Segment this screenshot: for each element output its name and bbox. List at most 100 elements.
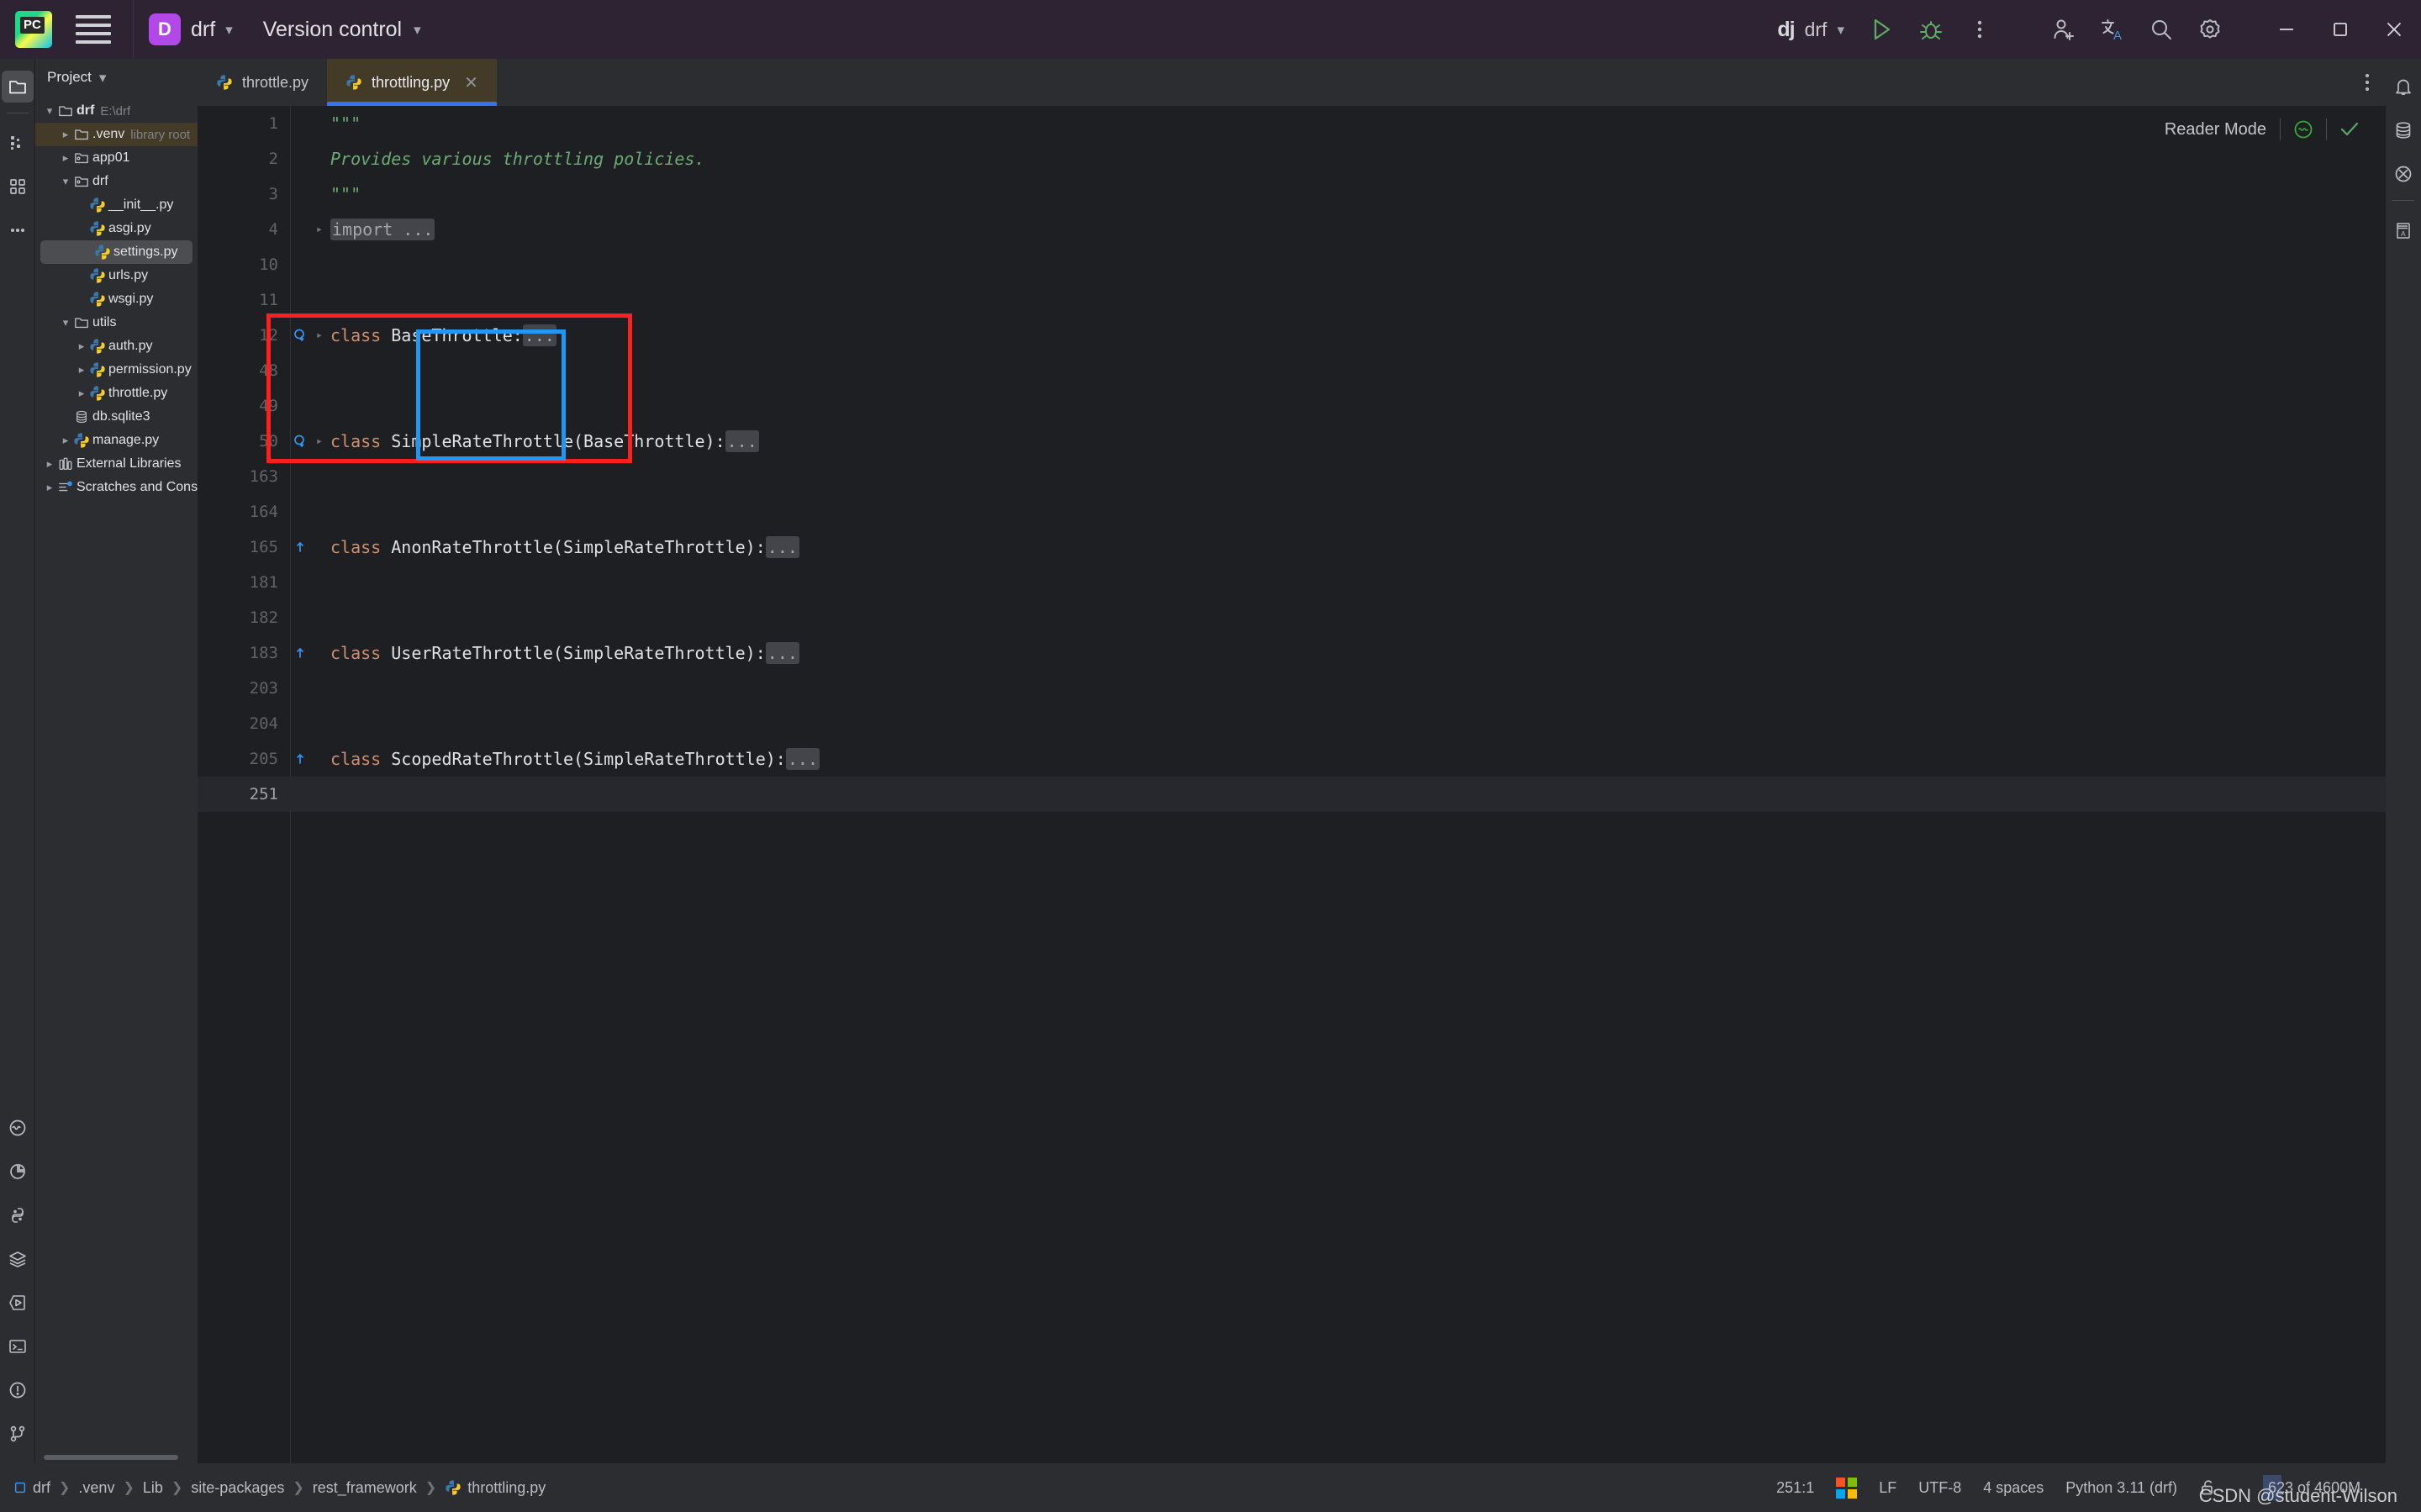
indent-setting[interactable]: 4 spaces: [1983, 1479, 2044, 1497]
inspections-widget-icon[interactable]: [2281, 119, 2326, 140]
code-line[interactable]: 204: [198, 706, 2386, 741]
chevron-down-icon[interactable]: ▾: [99, 71, 107, 85]
version-control-tool-window-button[interactable]: [2, 1418, 34, 1450]
tree-item--init-py[interactable]: __init__.py: [35, 193, 198, 217]
code-line[interactable]: 48: [198, 353, 2386, 388]
fold-chevron-icon[interactable]: ▸: [310, 435, 329, 448]
run-button[interactable]: [1858, 5, 1907, 54]
more-tool-windows-button[interactable]: [2, 214, 34, 246]
chevron-right-icon[interactable]: ▸: [58, 128, 73, 141]
problems-tool-window-button[interactable]: [2, 1112, 34, 1144]
project-panel-scrollbar[interactable]: [35, 1451, 198, 1463]
tree-item-drf[interactable]: ▾ drf: [35, 170, 198, 193]
memory-indicator[interactable]: 623 of 4600M: [2239, 1475, 2408, 1500]
breadcrumb-item[interactable]: site-packages: [191, 1479, 284, 1497]
run-tool-window-button[interactable]: [2, 1287, 34, 1319]
run-configuration-widget[interactable]: dj drf ▾: [1777, 18, 1844, 42]
code-line[interactable]: 1 """: [198, 106, 2386, 141]
fold-chevron-icon[interactable]: ▸: [310, 329, 329, 342]
code-line[interactable]: 4 ▸ import ...: [198, 212, 2386, 247]
overrides-gutter-icon[interactable]: [290, 751, 310, 767]
tree-item-utils[interactable]: ▾ utils: [35, 311, 198, 335]
sciview-tool-window-button[interactable]: [2387, 158, 2419, 190]
breadcrumb-item[interactable]: rest_framework: [313, 1479, 417, 1497]
python-console-button[interactable]: [2, 1199, 34, 1231]
implemented-by-gutter-icon[interactable]: [290, 328, 310, 343]
project-tree[interactable]: ▾ drf E:\drf ▸ .venv library root ▸ app01 ▾ drf __…: [35, 96, 198, 1451]
fold-chevron-icon[interactable]: ▸: [310, 223, 329, 236]
reader-mode-label[interactable]: Reader Mode: [2151, 120, 2280, 140]
services-tool-window-button[interactable]: [2, 1243, 34, 1275]
notifications-button[interactable]: [2387, 71, 2419, 103]
hamburger-menu-icon[interactable]: [76, 15, 111, 44]
caret-position[interactable]: 251:1: [1776, 1479, 1814, 1497]
file-encoding[interactable]: UTF-8: [1918, 1479, 1961, 1497]
code-line[interactable]: 2 Provides various throttling policies.: [198, 141, 2386, 176]
breadcrumb-item[interactable]: Lib: [143, 1479, 163, 1497]
database-tool-window-button[interactable]: [2387, 114, 2419, 146]
maximize-icon[interactable]: [2313, 0, 2367, 59]
code-line[interactable]: 203: [198, 671, 2386, 706]
tree-item-throttle-py[interactable]: ▸ throttle.py: [35, 382, 198, 405]
settings-gear-icon[interactable]: [2186, 5, 2234, 54]
chevron-right-icon[interactable]: ▸: [58, 151, 73, 165]
code-line[interactable]: 181: [198, 565, 2386, 600]
tree-item-settings-py[interactable]: settings.py: [40, 240, 193, 264]
tree-item-urls-py[interactable]: urls.py: [35, 264, 198, 287]
add-user-icon[interactable]: [2039, 5, 2088, 54]
overrides-gutter-icon[interactable]: [290, 645, 310, 661]
close-icon[interactable]: ✕: [464, 72, 478, 93]
code-line[interactable]: 3 """: [198, 176, 2386, 212]
chevron-right-icon[interactable]: ▸: [74, 363, 89, 377]
code-line[interactable]: 11: [198, 282, 2386, 318]
code-line[interactable]: 205 class ScopedRateThrottle(SimpleRateTh…: [198, 741, 2386, 777]
chevron-down-icon[interactable]: ▾: [42, 104, 57, 118]
breadcrumb-item[interactable]: drf: [13, 1479, 50, 1497]
chevron-right-icon[interactable]: ▸: [74, 340, 89, 353]
code-line[interactable]: 182: [198, 600, 2386, 635]
tree-item-db-sqlite3[interactable]: db.sqlite3: [35, 405, 198, 429]
breadcrumb[interactable]: drf ❯ .venv ❯ Lib ❯ site-packages ❯ rest_framewo…: [13, 1479, 546, 1497]
code-line[interactable]: 251: [198, 777, 2386, 812]
translate-icon[interactable]: A: [2088, 5, 2137, 54]
chevron-right-icon[interactable]: ▸: [74, 387, 89, 400]
unlocked-icon[interactable]: [2199, 1478, 2218, 1497]
editor-lines[interactable]: 1 """ 2 Provides various throttling policie…: [198, 106, 2386, 1463]
windows-icon[interactable]: [1836, 1477, 1858, 1499]
implemented-by-gutter-icon[interactable]: [290, 434, 310, 449]
overrides-gutter-icon[interactable]: [290, 540, 310, 555]
tree-item--venv[interactable]: ▸ .venv library root: [35, 123, 198, 146]
tree-item-auth-py[interactable]: ▸ auth.py: [35, 335, 198, 358]
terminal-tool-window-button[interactable]: [2, 1330, 34, 1362]
checkmark-icon[interactable]: [2327, 119, 2372, 140]
code-line[interactable]: 164: [198, 494, 2386, 529]
profiler-tool-window-button[interactable]: [2, 1156, 34, 1188]
editor-tab-throttling[interactable]: throttling.py ✕: [327, 59, 497, 106]
code-line[interactable]: 163: [198, 459, 2386, 494]
search-icon[interactable]: [2137, 5, 2186, 54]
tree-item-app01[interactable]: ▸ app01: [35, 146, 198, 170]
more-vertical-icon[interactable]: [2349, 59, 2386, 106]
project-widget[interactable]: D drf ▾: [134, 0, 238, 59]
code-line[interactable]: 10: [198, 247, 2386, 282]
tree-item-manage-py[interactable]: ▸ manage.py: [35, 429, 198, 452]
tree-item-scratches-and-consoles[interactable]: ▸ Scratches and Consoles: [35, 476, 198, 499]
problems-panel-button[interactable]: [2, 1374, 34, 1406]
code-line[interactable]: 49: [198, 388, 2386, 424]
commit-tool-window-button[interactable]: [2, 127, 34, 159]
tree-item-asgi-py[interactable]: asgi.py: [35, 217, 198, 240]
code-line[interactable]: 165 class AnonRateThrottle(SimpleRateThro…: [198, 529, 2386, 565]
project-panel-header[interactable]: Project ▾: [35, 59, 198, 96]
tree-item-permission-py[interactable]: ▸ permission.py: [35, 358, 198, 382]
tree-item-external-libraries[interactable]: ▸ External Libraries: [35, 452, 198, 476]
structure-tool-window-button[interactable]: [2, 171, 34, 203]
version-control-widget[interactable]: Version control ▾: [248, 0, 436, 59]
code-line[interactable]: 50 ▸ class SimpleRateThrottle(BaseThrottle…: [198, 424, 2386, 459]
chevron-down-icon[interactable]: ▾: [58, 316, 73, 329]
close-icon[interactable]: [2367, 0, 2421, 59]
line-separator[interactable]: LF: [1879, 1479, 1896, 1497]
breadcrumb-item[interactable]: throttling.py: [445, 1479, 546, 1497]
project-tool-window-button[interactable]: [1, 71, 34, 103]
chevron-right-icon[interactable]: ▸: [42, 457, 57, 471]
python-interpreter[interactable]: Python 3.11 (drf): [2065, 1479, 2177, 1497]
